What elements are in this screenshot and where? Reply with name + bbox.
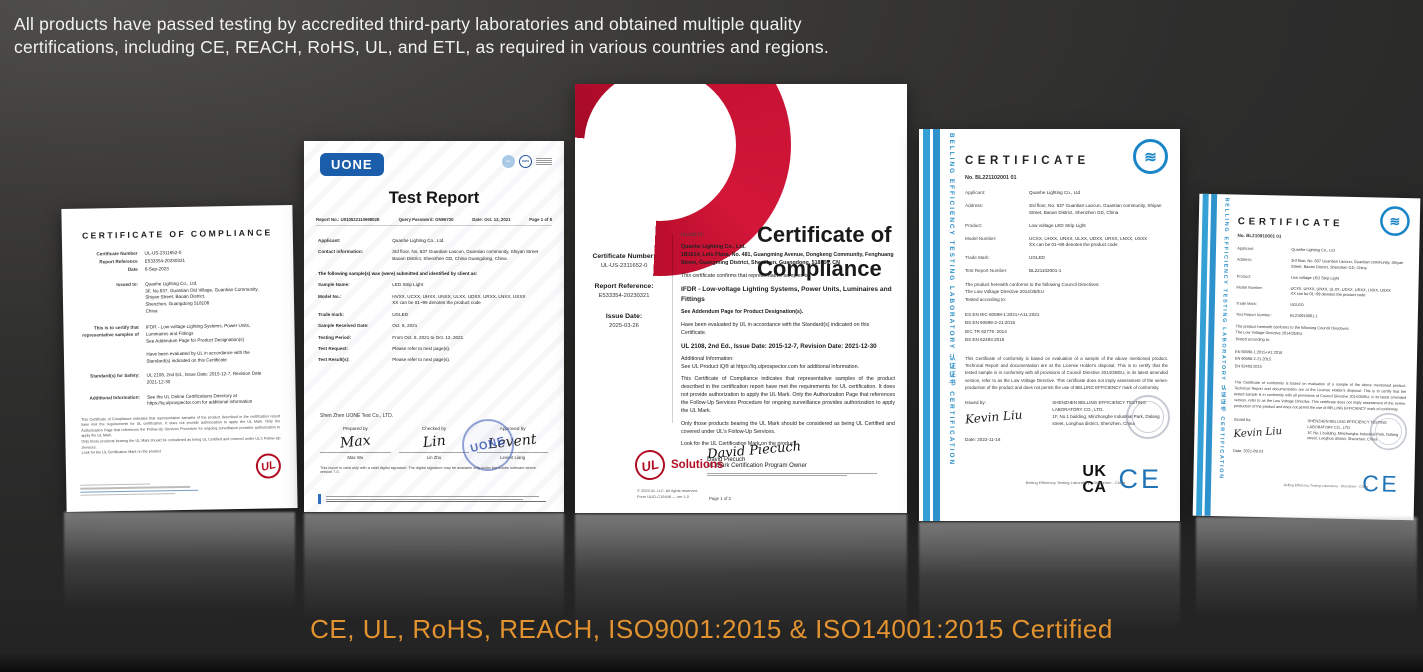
field-row: Issued to: Quanhe Lighting Co., Ltd. 3F,… — [75, 279, 283, 316]
signature-script: Kevin Liu — [965, 405, 1047, 426]
certifications-banner: All products have passed testing by accr… — [0, 0, 1423, 672]
field-row: Address: 3rd floor, No. 637 Guantian Lao… — [1237, 257, 1409, 272]
ilac-mra-icon: ilac — [502, 155, 515, 168]
certificate-belling-lvd-2021: BELLING EFFICIENCY TESTING LABORATORY 认证… — [1193, 194, 1421, 521]
certificate-fields: Applicant: Quanhe Lighting Co., Ltd Addr… — [1236, 246, 1409, 322]
accreditation-logos: ilac CNAS — [502, 155, 552, 168]
scaled-content: BELLING EFFICIENCY TESTING LABORATORY 认证… — [1193, 194, 1421, 520]
certificate-fields: Certificate Number UL-US-2311652-0 Repor… — [74, 248, 284, 408]
field-row: Applicant: Quanhe Lighting Co., Ltd — [1237, 246, 1409, 255]
lab-name: Shen Zhen UONE Test Co., LTD. — [320, 413, 548, 419]
column-divider — [672, 234, 673, 423]
issued-by: Issued by: Kevin Liu Date: 2021-09-23 — [1233, 417, 1302, 454]
field-row: Testing Period: From Oct. 8, 2021 to Oct… — [318, 335, 550, 342]
field-row: Address: 3rd floor, No. 637 Guantian Lao… — [965, 203, 1168, 217]
signature-script: Kevin Liu — [1233, 423, 1302, 439]
microprint-lines — [707, 473, 877, 476]
certificate-belling-lvd-2022: BELLING EFFICIENCY TESTING LABORATORY 认证… — [919, 129, 1180, 521]
issue-date: Date: 2021-09-23 — [1233, 448, 1302, 454]
lab-round-stamp — [1126, 395, 1170, 439]
field-row: Additional Information: See the UL Onlin… — [77, 392, 284, 409]
signature-prepared: Prepared by Max Max Wu — [320, 426, 391, 460]
certificate-title: CERTIFICATE — [965, 155, 1168, 167]
reflection — [64, 512, 295, 624]
certificate-title: CERTIFICATE OF COMPLIANCE — [74, 227, 281, 241]
page-number: Page 1 of 2 — [709, 496, 731, 501]
certified-tagline: CE, UL, RoHS, REACH, ISO9001:2015 & ISO1… — [0, 614, 1423, 645]
report-fields: Applicant: Quanhe Lighting Co., Ltd. Con… — [318, 238, 550, 263]
blue-stripe — [933, 129, 940, 521]
report-footer-microprint — [318, 494, 550, 504]
issued-to-address: Quanhe Lighting Co., Ltd. 1B1614, Lefu P… — [681, 244, 895, 268]
issued-by: Issued by: Kevin Liu Date: 2022-11-16 — [965, 400, 1046, 442]
field-row: Model No.: HVXX, UCXX, UHXX, UNXX, ULXX,… — [318, 294, 550, 308]
signature-checked: Checked by Lin Lin Zhu — [399, 426, 470, 460]
certificate-number: No. BL210910001 01 — [1237, 233, 1409, 242]
field-row: Test Request: Please refer to next page(… — [318, 346, 550, 353]
certificate-number: No. BL221102001 01 — [965, 175, 1168, 181]
field-row: Model Number: UCXX, UHXX, UNXX, ULXX, UD… — [965, 236, 1168, 250]
field-row: Test Report Number: BL221102001-1 — [965, 268, 1168, 275]
field-row: Applicant: Quanhe Lighting Co., Ltd — [965, 190, 1168, 197]
field-row: Applicant: Quanhe Lighting Co., Ltd. — [318, 238, 550, 245]
ul-logo: UL — [632, 447, 668, 483]
cnas-icon: CNAS — [519, 155, 532, 168]
validity-note: This report is valid only with a valid d… — [320, 466, 548, 474]
standard-line: UL 2108, 2nd Ed., Issue Date: 2015-12-7,… — [681, 342, 895, 351]
field-row: Trade Mark: UGLED — [965, 255, 1168, 262]
conformity-paragraph: This Certificate of conformity is based … — [965, 355, 1168, 391]
copyright-note: © 2025 UL LLC. All rights reserved. Form… — [637, 488, 698, 500]
standards-list: ES EN IEC 60598-1:2021+A11:2021 BS EN 60… — [965, 311, 1168, 344]
fine-print: This Certificate of Compliance indicates… — [81, 414, 281, 456]
standards-list: EN 60598-1:2015+A1:2018 EN 60598-2-21:20… — [1235, 349, 1407, 374]
field-row: Test Result(s): Please refer to next pag… — [318, 357, 550, 364]
field-row: Trade Mark: UGLED — [1236, 302, 1408, 311]
certificate-fields: Applicant: Quanhe Lighting Co., Ltd Addr… — [965, 190, 1168, 275]
signature-script: Lin — [398, 430, 470, 453]
field-row: Contact information: 3rd floor, No. 637 … — [318, 249, 550, 263]
directives-paragraph: The product herewith conforms to the fol… — [1235, 323, 1407, 345]
certificate-detail-column: Issued to: Quanhe Lighting Co., Ltd. 1B1… — [681, 232, 895, 453]
field-row: Standard(s) for Safety: UL 2108, 2nd Ed.… — [76, 370, 283, 387]
certificate-footer: Belling Efficiency Testing Laboratory - … — [979, 480, 1172, 485]
blue-stripe — [923, 129, 930, 521]
field-row: Product: Low voltage LED Strip Light — [1237, 274, 1409, 283]
ul-logo: UL — [253, 451, 283, 481]
signature-block: Shen Zhen UONE Test Co., LTD. Prepared b… — [320, 413, 548, 460]
signature-script: Max — [319, 430, 391, 453]
lab-vertical-text: BELLING EFFICIENCY TESTING LABORATORY 认证… — [942, 133, 956, 521]
conformity-paragraph: This Certificate of conformity is based … — [1234, 379, 1407, 413]
signer-block: David Piecuch David Piecuch UL Mark Cert… — [707, 440, 877, 478]
field-row: Sample Name: LED Strip Light — [318, 282, 550, 289]
field-row: Product: Low voltage LED Strip Light — [965, 223, 1168, 230]
ul-solutions-logo: UL Solutions — [635, 450, 723, 480]
issue-date: Date: 2022-11-16 — [965, 437, 1046, 442]
uone-logo: UONE — [320, 153, 384, 176]
sample-fields: Sample Name: LED Strip Light Model No.: … — [318, 282, 550, 364]
directives-paragraph: The product herewith conforms to the fol… — [965, 281, 1168, 303]
certificate-uone-test-report: UONE ilac CNAS Test Report Report No.: U… — [304, 141, 564, 512]
field-row: This is to certify that representative s… — [75, 322, 283, 366]
banner-heading: All products have passed testing by accr… — [14, 13, 894, 60]
sample-heading: The following sample(s) was (were) submi… — [318, 271, 550, 276]
microprint-lines — [80, 481, 200, 498]
certificate-ul-compliance-main: Certificate of Compliance Certificate Nu… — [575, 84, 907, 513]
report-header-row: Report No.: U01052211069802E Query Passw… — [316, 217, 552, 226]
certificate-meta-column: Certificate Number: UL-US-2311652-0 Repo… — [579, 239, 669, 329]
report-title: Test Report — [304, 189, 564, 208]
field-row: Sample Received Date: Oct. 8, 2021 — [318, 323, 550, 330]
product-scope: IFDR - Low-voltage Lighting Systems, Pow… — [681, 285, 895, 305]
field-row: Model Number: UCXX, UHXX, UNXX, ULXX, UD… — [1236, 285, 1408, 300]
field-row: Trade mark: UGLED — [318, 312, 550, 319]
bottom-shadow-strip — [0, 652, 1423, 672]
certificate-ul-compliance-1: CERTIFICATE OF COMPLIANCE Certificate Nu… — [61, 205, 297, 512]
field-row: Test Report Number: BL210910001-1 — [1236, 312, 1408, 321]
accreditation-text — [536, 157, 552, 166]
